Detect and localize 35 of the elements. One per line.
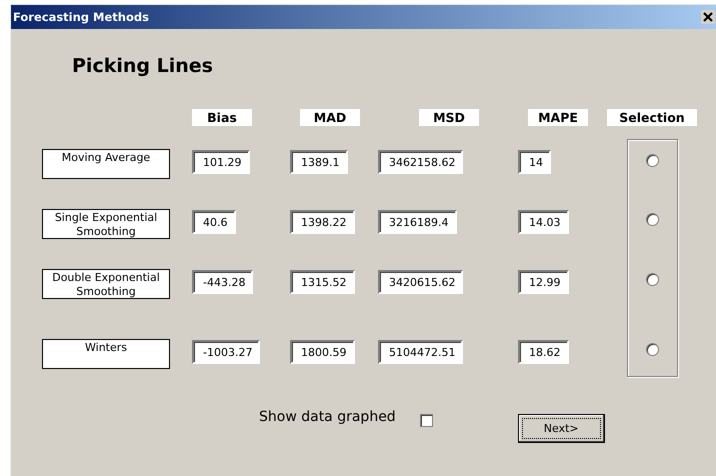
radio-button[interactable] bbox=[646, 213, 659, 226]
close-icon[interactable] bbox=[701, 10, 715, 24]
value-field[interactable]: 3420615.62 bbox=[378, 270, 464, 294]
column-header: MSD bbox=[419, 109, 479, 126]
next-button[interactable]: Next> bbox=[518, 414, 605, 443]
value-field[interactable]: 1800.59 bbox=[290, 340, 354, 364]
radio-button[interactable] bbox=[646, 343, 659, 356]
column-header: Bias bbox=[192, 109, 252, 126]
value-field[interactable]: 101.29 bbox=[192, 150, 250, 174]
method-label: Winters bbox=[42, 339, 170, 369]
value-field[interactable]: -1003.27 bbox=[192, 340, 260, 364]
show-graph-label: Show data graphed bbox=[259, 409, 396, 425]
value-field[interactable]: 3462158.62 bbox=[378, 150, 464, 174]
value-field[interactable]: 1398.22 bbox=[290, 210, 354, 234]
value-field[interactable]: 40.6 bbox=[192, 210, 236, 234]
value-field[interactable]: 12.99 bbox=[518, 270, 568, 294]
method-label: Double Exponential Smoothing bbox=[42, 269, 170, 299]
column-header: Selection bbox=[607, 109, 697, 126]
value-field[interactable]: -443.28 bbox=[192, 270, 254, 294]
value-field[interactable]: 1315.52 bbox=[290, 270, 354, 294]
method-label: Single Exponential Smoothing bbox=[42, 209, 170, 239]
value-field[interactable]: 1389.1 bbox=[290, 150, 348, 174]
value-field[interactable]: 14.03 bbox=[518, 210, 568, 234]
method-label: Moving Average bbox=[42, 149, 170, 179]
column-header: MAD bbox=[300, 109, 360, 126]
form-heading: Picking Lines bbox=[72, 55, 214, 77]
value-field[interactable]: 14 bbox=[518, 150, 551, 174]
column-header: MAPE bbox=[528, 109, 588, 126]
window-title: Forecasting Methods bbox=[13, 10, 149, 24]
value-field[interactable]: 3216189.4 bbox=[378, 210, 456, 234]
value-field[interactable]: 18.62 bbox=[518, 340, 568, 364]
value-field[interactable]: 5104472.51 bbox=[378, 340, 464, 364]
checkbox[interactable] bbox=[420, 414, 433, 427]
radio-button[interactable] bbox=[646, 154, 659, 167]
radio-button[interactable] bbox=[646, 273, 659, 286]
